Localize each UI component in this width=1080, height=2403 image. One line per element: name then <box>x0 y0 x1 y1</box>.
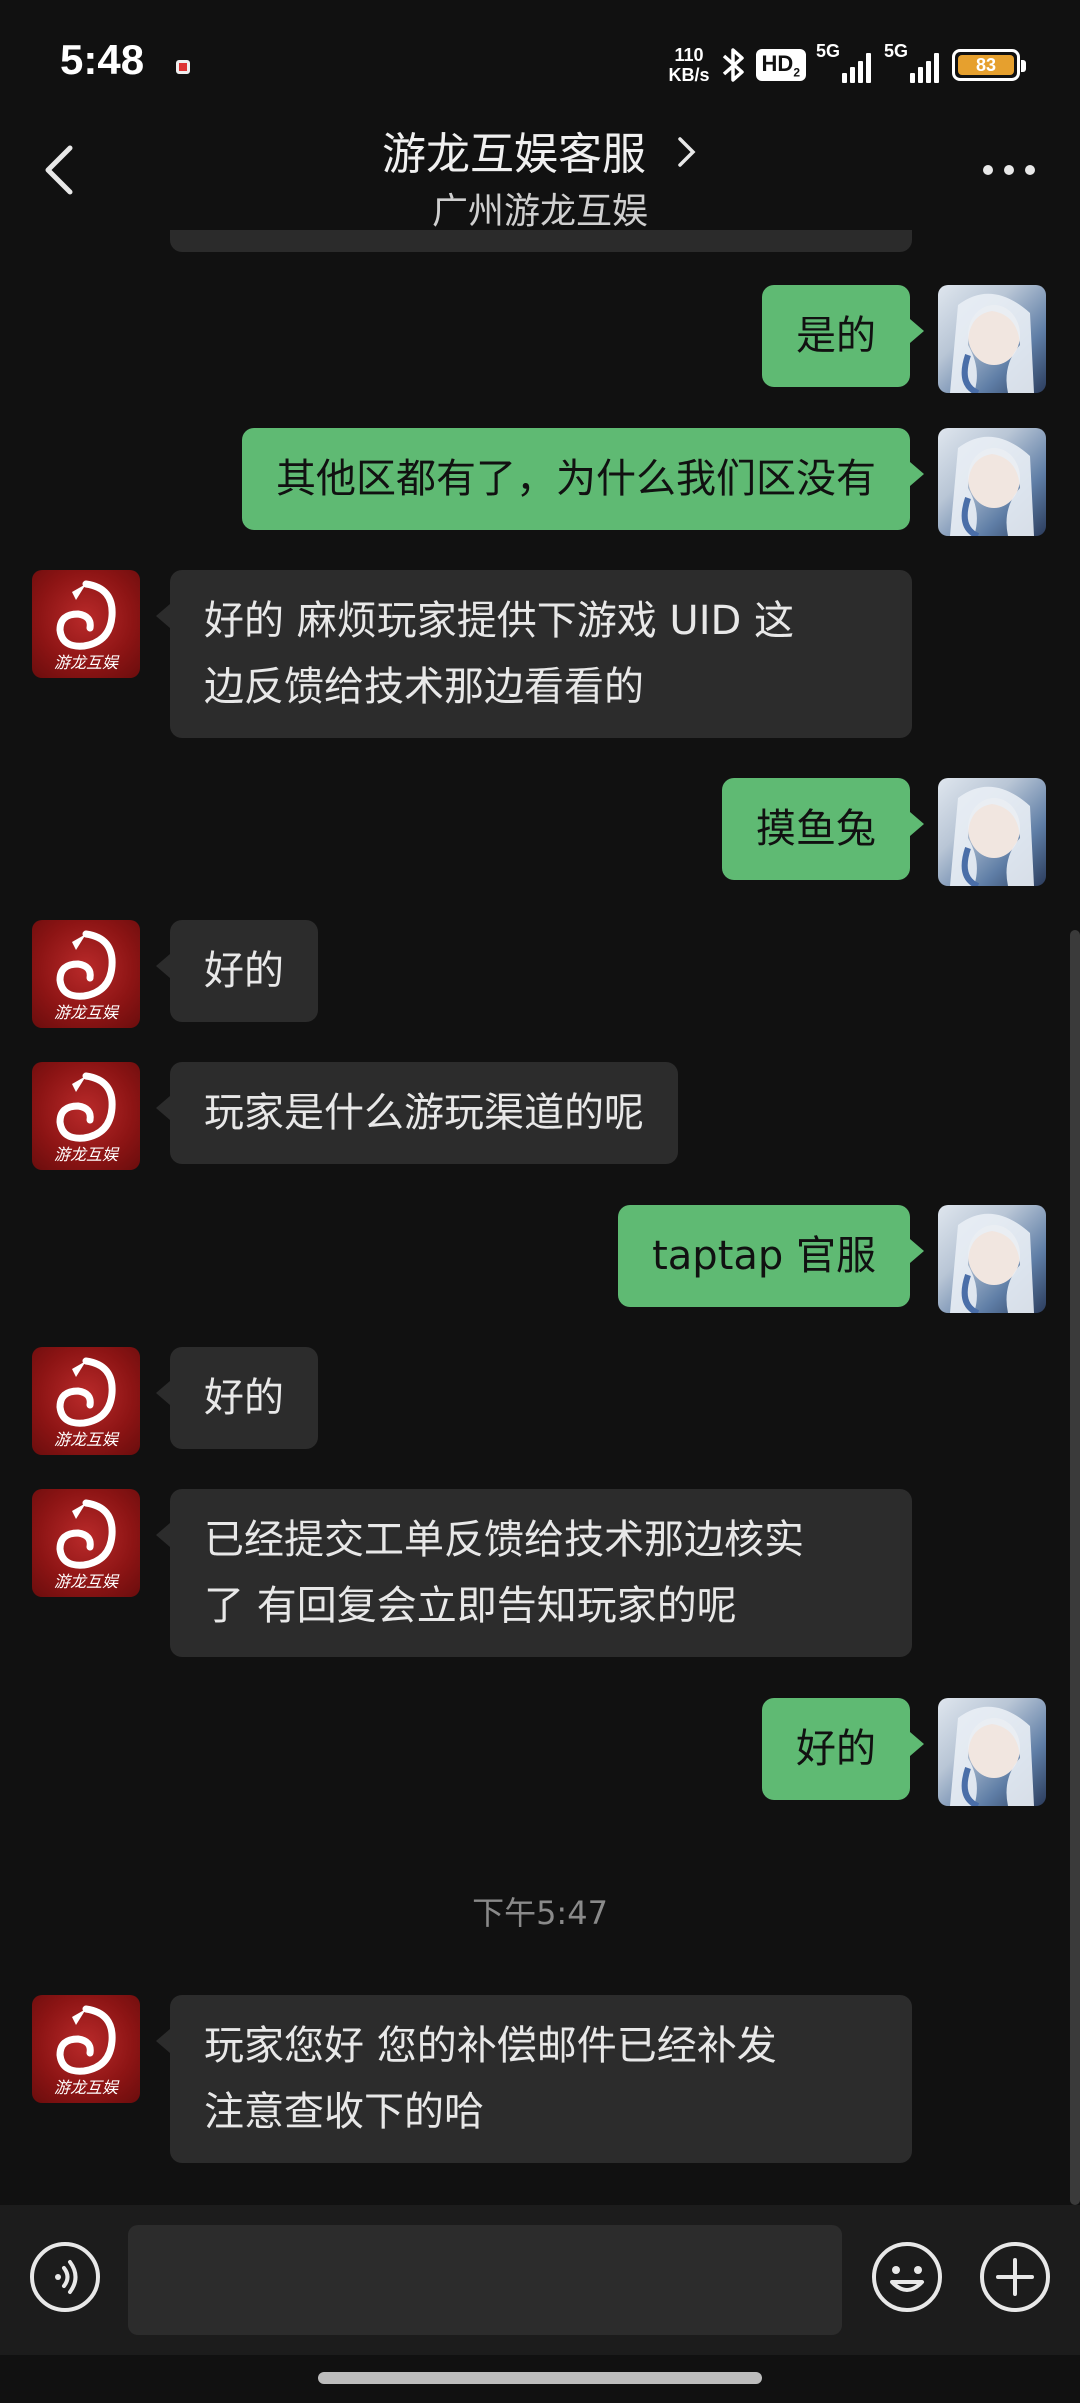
message-line: 了 有回复会立即告知玩家的呢 <box>204 1583 737 1629</box>
chat-header: 游龙互娱客服 广州游龙互娱 <box>0 110 1080 232</box>
chat-title-text: 游龙互娱客服 <box>382 129 646 180</box>
scrollbar[interactable] <box>1070 930 1080 2205</box>
signal-icon: 5G <box>816 41 874 85</box>
user-avatar[interactable] <box>938 1205 1046 1313</box>
message-line: 已经提交工单反馈给技术那边核实 <box>204 1517 804 1563</box>
support-avatar[interactable]: 游龙互娱 <box>32 1062 140 1170</box>
network-speed: 110 KB/s <box>669 45 710 85</box>
message-timestamp: 下午5:47 <box>472 1894 608 1932</box>
message-bubble-outgoing[interactable]: 其他区都有了，为什么我们区没有 <box>242 428 924 530</box>
user-avatar-image <box>950 786 1034 886</box>
user-avatar[interactable] <box>938 778 1046 886</box>
user-avatar[interactable] <box>938 428 1046 536</box>
more-icon[interactable] <box>974 150 1044 190</box>
network-speed-value: 110 <box>674 45 704 65</box>
message-list[interactable]: 是的 其他区都有了，为什么我们区没有 游龙互娱 好的 麻烦玩家提供下游戏 UID… <box>0 230 1080 2205</box>
user-avatar[interactable] <box>938 285 1046 393</box>
support-avatar[interactable]: 游龙互娱 <box>32 1995 140 2103</box>
input-bar <box>0 2205 1080 2355</box>
message-bubble-outgoing[interactable]: 摸鱼兔 <box>722 778 924 880</box>
svg-text:游龙互娱: 游龙互娱 <box>54 2078 120 2097</box>
message-input[interactable] <box>128 2225 842 2335</box>
message-line: 边反馈给技术那边看看的 <box>204 664 644 710</box>
plus-icon[interactable] <box>978 2240 1052 2314</box>
message-bubble-incoming[interactable]: 好的 <box>156 1347 318 1449</box>
battery-level: 83 <box>958 55 1014 75</box>
user-avatar-image <box>950 1213 1034 1313</box>
message-bubble-incoming[interactable]: 玩家您好 您的补偿邮件已经补发 注意查收下的哈 <box>156 1995 912 2163</box>
chat-title[interactable]: 游龙互娱客服 <box>0 118 1080 182</box>
dragon-logo-icon: 游龙互娱 <box>54 1357 120 1449</box>
message-bubble-outgoing[interactable]: 是的 <box>762 285 924 387</box>
status-time: 5:48 <box>60 36 145 83</box>
support-avatar[interactable]: 游龙互娱 <box>32 920 140 1028</box>
message-line: 玩家您好 您的补偿邮件已经补发 <box>204 2023 777 2069</box>
svg-text:游龙互娱: 游龙互娱 <box>54 1572 120 1591</box>
svg-text:游龙互娱: 游龙互娱 <box>54 1430 120 1449</box>
user-avatar[interactable] <box>938 1698 1046 1806</box>
message-line: 注意查收下的哈 <box>204 2089 484 2135</box>
chat-subtitle: 广州游龙互娱 <box>431 191 648 232</box>
voice-icon[interactable] <box>28 2240 102 2314</box>
previous-message-fragment <box>170 230 912 252</box>
support-avatar[interactable]: 游龙互娱 <box>32 1347 140 1455</box>
user-avatar-image <box>950 1706 1034 1806</box>
emoji-icon[interactable] <box>870 2240 944 2314</box>
message-line: 好的 麻烦玩家提供下游戏 UID 这 <box>204 598 795 644</box>
dragon-logo-icon: 游龙互娱 <box>54 930 120 1022</box>
user-avatar-image <box>950 436 1034 536</box>
dragon-logo-icon: 游龙互娱 <box>54 2005 120 2097</box>
bluetooth-icon <box>722 48 744 82</box>
dragon-logo-icon: 游龙互娱 <box>54 580 120 672</box>
chevron-right-icon <box>678 137 696 167</box>
message-bubble-outgoing[interactable]: 好的 <box>762 1698 924 1800</box>
svg-text:游龙互娱: 游龙互娱 <box>54 1145 120 1164</box>
svg-text:游龙互娱: 游龙互娱 <box>54 653 120 672</box>
message-bubble-incoming[interactable]: 玩家是什么游玩渠道的呢 <box>156 1062 678 1164</box>
support-avatar[interactable]: 游龙互娱 <box>32 1489 140 1597</box>
svg-text:游龙互娱: 游龙互娱 <box>54 1003 120 1022</box>
signal-icon-2: 5G <box>884 41 942 85</box>
dragon-logo-icon: 游龙互娱 <box>54 1072 120 1164</box>
home-indicator[interactable] <box>318 2372 762 2384</box>
message-bubble-incoming[interactable]: 好的 麻烦玩家提供下游戏 UID 这 边反馈给技术那边看看的 <box>156 570 912 738</box>
notification-icon <box>176 60 190 74</box>
dragon-logo-icon: 游龙互娱 <box>54 1499 120 1591</box>
user-avatar-image <box>950 293 1034 393</box>
battery-icon: 83 <box>952 49 1026 81</box>
status-icons: 110 KB/s HD2 5G 5G 83 <box>669 40 1026 90</box>
sim2-label: 5G <box>884 41 909 61</box>
message-bubble-incoming[interactable]: 好的 <box>156 920 318 1022</box>
support-avatar[interactable]: 游龙互娱 <box>32 570 140 678</box>
network-speed-unit: KB/s <box>668 65 710 85</box>
status-bar: 5:48 110 KB/s HD2 5G 5G 83 <box>0 0 1080 120</box>
message-bubble-outgoing[interactable]: taptap 官服 <box>618 1205 924 1307</box>
message-bubble-incoming[interactable]: 已经提交工单反馈给技术那边核实 了 有回复会立即告知玩家的呢 <box>156 1489 912 1657</box>
sim1-label: 5G <box>816 41 841 61</box>
hd-voice-badge: HD2 <box>755 48 806 82</box>
